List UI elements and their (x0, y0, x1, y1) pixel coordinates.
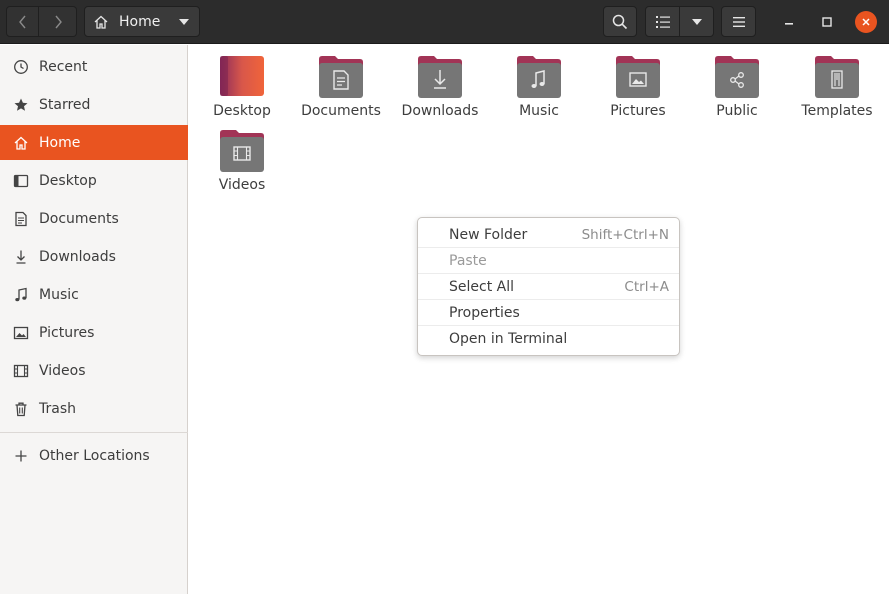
documents-folder-icon (319, 56, 363, 98)
close-icon (862, 18, 870, 26)
sidebar-item-label: Pictures (39, 324, 95, 341)
downloads-folder-icon (418, 56, 462, 98)
menu-item-open-in-terminal[interactable]: Open in Terminal (418, 326, 679, 352)
file-item-name: Pictures (610, 103, 666, 119)
menu-item-paste: Paste (418, 248, 679, 274)
file-item-name: Public (716, 103, 758, 119)
sidebar-item-label: Trash (39, 400, 76, 417)
file-item-downloads[interactable]: Downloads (392, 48, 488, 119)
sidebar-item-desktop[interactable]: Desktop (0, 163, 188, 198)
file-item-name: Documents (301, 103, 381, 119)
sidebar-item-label: Videos (39, 362, 86, 379)
chevron-down-icon (691, 18, 702, 25)
sidebar-item-pictures[interactable]: Pictures (0, 315, 188, 350)
sidebar-item-label: Home (39, 134, 81, 151)
sidebar-separator (0, 432, 188, 433)
back-button[interactable] (6, 6, 39, 37)
sidebar-item-label: Downloads (39, 248, 116, 265)
document-icon (13, 211, 29, 227)
list-view-icon (655, 15, 670, 28)
sidebar-item-label: Desktop (39, 172, 97, 189)
hamburger-icon (732, 16, 745, 27)
minimize-button[interactable] (777, 10, 801, 34)
desktop-icon (13, 173, 29, 189)
menu-item-select-all[interactable]: Select All Ctrl+A (418, 274, 679, 300)
music-folder-icon (517, 56, 561, 98)
sidebar-item-documents[interactable]: Documents (0, 201, 188, 236)
maximize-button[interactable] (815, 10, 839, 34)
file-item-templates[interactable]: Templates (789, 48, 885, 119)
sidebar-item-label: Recent (39, 58, 88, 75)
sidebar-item-label: Other Locations (39, 447, 150, 464)
file-item-music[interactable]: Music (491, 48, 587, 119)
path-bar-label: Home (119, 13, 161, 30)
sidebar-item-label: Documents (39, 210, 119, 227)
menu-item-label: Select All (449, 278, 514, 295)
clock-icon (13, 59, 29, 75)
file-item-name: Music (519, 103, 559, 119)
chevron-down-icon (179, 19, 189, 25)
close-button[interactable] (855, 11, 877, 33)
desktop-folder-icon (220, 56, 264, 96)
file-item-pictures[interactable]: Pictures (590, 48, 686, 119)
music-icon (13, 287, 29, 303)
search-icon (612, 14, 628, 29)
sidebar-item-recent[interactable]: Recent (0, 49, 188, 84)
templates-folder-icon (815, 56, 859, 98)
file-item-videos[interactable]: Videos (194, 122, 290, 193)
file-item-desktop[interactable]: Desktop (194, 48, 290, 119)
pictures-folder-icon (616, 56, 660, 98)
header-bar: Home (0, 0, 889, 44)
menu-item-shortcut: Shift+Ctrl+N (581, 226, 669, 243)
path-bar-home-button[interactable]: Home (84, 6, 200, 37)
search-button[interactable] (603, 6, 637, 37)
chevron-right-icon (54, 15, 62, 28)
picture-icon (13, 325, 29, 341)
menu-item-label: Properties (449, 304, 520, 321)
menu-item-shortcut: Ctrl+A (624, 278, 669, 295)
menu-item-label: Paste (449, 252, 487, 269)
home-icon (13, 135, 29, 151)
sidebar-item-starred[interactable]: Starred (0, 87, 188, 122)
sidebar-item-trash[interactable]: Trash (0, 391, 188, 426)
file-item-name: Templates (801, 103, 873, 119)
file-item-documents[interactable]: Documents (293, 48, 389, 119)
maximize-icon (822, 17, 832, 27)
sidebar: Recent Starred Home Desktop Documents Do… (0, 45, 188, 594)
file-item-name: Desktop (213, 103, 271, 119)
plus-icon (13, 448, 29, 464)
sidebar-item-downloads[interactable]: Downloads (0, 239, 188, 274)
menu-button[interactable] (721, 6, 756, 37)
list-view-button[interactable] (645, 6, 680, 37)
menu-item-label: Open in Terminal (449, 331, 568, 347)
sidebar-item-other-locations[interactable]: Other Locations (0, 438, 188, 473)
file-item-name: Videos (218, 177, 266, 193)
minimize-icon (785, 23, 793, 25)
download-icon (13, 249, 29, 265)
menu-item-properties[interactable]: Properties (418, 300, 679, 326)
sidebar-item-label: Music (39, 286, 79, 303)
videos-folder-icon (220, 130, 264, 172)
forward-button[interactable] (39, 6, 77, 37)
context-menu: New Folder Shift+Ctrl+N Paste Select All… (417, 217, 680, 356)
view-options-button[interactable] (680, 6, 714, 37)
menu-item-label: New Folder (449, 226, 528, 243)
sidebar-item-videos[interactable]: Videos (0, 353, 188, 388)
sidebar-item-home[interactable]: Home (0, 125, 188, 160)
sidebar-item-label: Starred (39, 96, 91, 113)
menu-item-new-folder[interactable]: New Folder Shift+Ctrl+N (418, 222, 679, 248)
home-icon (94, 15, 108, 29)
file-item-name: Downloads (401, 103, 479, 119)
sidebar-item-music[interactable]: Music (0, 277, 188, 312)
file-item-public[interactable]: Public (689, 48, 785, 119)
star-icon (13, 97, 29, 113)
chevron-left-icon (18, 15, 26, 28)
public-folder-icon (715, 56, 759, 98)
video-icon (13, 363, 29, 379)
trash-icon (13, 401, 29, 417)
